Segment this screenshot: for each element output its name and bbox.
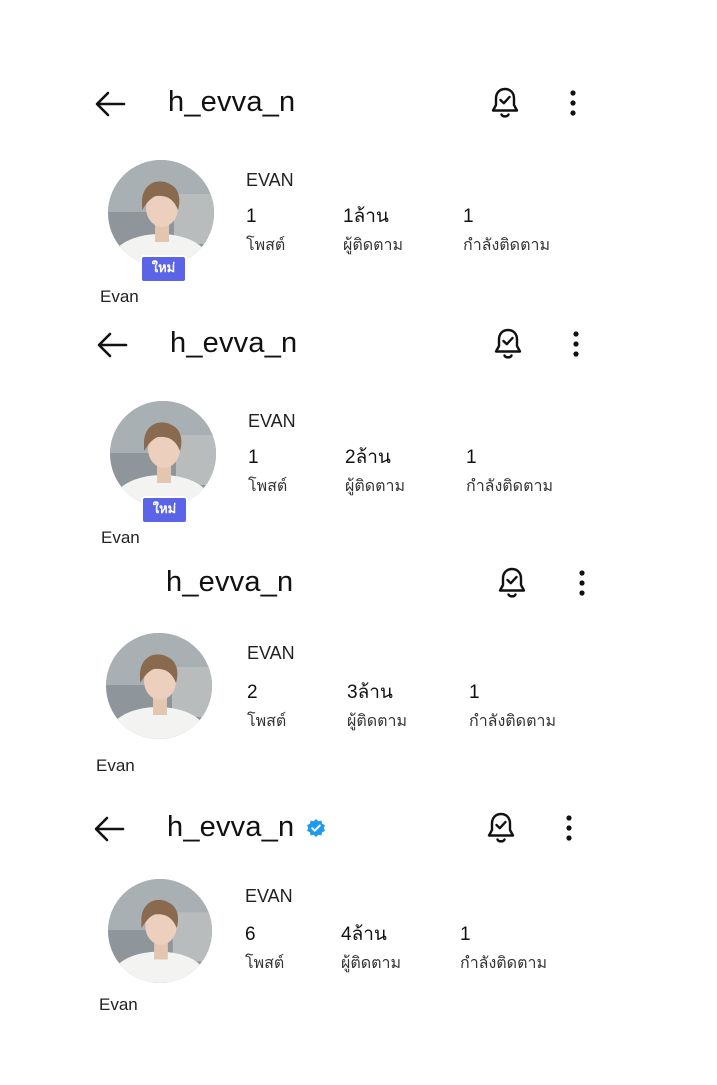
username: h_evva_n <box>166 566 294 598</box>
avatar-photo <box>108 879 212 983</box>
display-name: EVAN <box>246 170 294 190</box>
posts-count: 2 <box>247 682 258 703</box>
following-count: 1 <box>469 682 480 703</box>
following-count: 1 <box>460 924 471 945</box>
more-options-icon[interactable] <box>572 568 592 598</box>
back-arrow-icon[interactable] <box>95 327 131 363</box>
notification-bell-icon[interactable] <box>496 566 528 600</box>
followers-count: 1ล้าน <box>343 206 389 227</box>
profile-header-2: h_evva_n ใหม่ EVAN 1 โพสต์ 2ล้าน ผู้ติดต… <box>0 241 717 547</box>
followers-count: 4ล้าน <box>341 924 387 945</box>
followers-count: 3ล้าน <box>347 682 393 703</box>
following-label: กำลังติดตาม <box>460 953 547 972</box>
display-name: EVAN <box>245 886 293 906</box>
followers-count: 2ล้าน <box>345 447 391 468</box>
more-options-icon[interactable] <box>559 813 579 843</box>
username: h_evva_n <box>168 86 296 118</box>
username: h_evva_n <box>170 327 298 359</box>
back-arrow-icon[interactable] <box>92 811 128 847</box>
display-name: EVAN <box>248 411 296 431</box>
notification-bell-icon[interactable] <box>492 327 524 361</box>
notification-bell-icon[interactable] <box>489 86 521 120</box>
followers-stat[interactable]: 4ล้าน ผู้ติดตาม <box>341 924 401 974</box>
profile-avatar[interactable] <box>108 879 212 983</box>
more-options-icon[interactable] <box>563 88 583 118</box>
verified-badge-icon <box>307 819 325 837</box>
following-count: 1 <box>466 447 477 468</box>
posts-count: 6 <box>245 924 256 945</box>
username: h_evva_n <box>167 811 295 843</box>
real-name: Evan <box>99 995 138 1014</box>
notification-bell-icon[interactable] <box>485 811 517 845</box>
profile-header-1: h_evva_n ใหม่ EVAN 1 โพสต์ 1ล้าน ผู้ติดต… <box>0 0 717 306</box>
followers-label: ผู้ติดตาม <box>341 953 402 972</box>
profile-avatar[interactable] <box>106 633 212 739</box>
following-count: 1 <box>463 206 474 227</box>
avatar-photo <box>106 633 212 739</box>
posts-label: โพสต์ <box>245 953 285 972</box>
posts-count: 1 <box>246 206 257 227</box>
profile-header-4: h_evva_n EVAN 6 โพสต์ 4ล้าน ผู้ติดตาม 1 <box>0 725 717 1014</box>
following-stat[interactable]: 1 กำลังติดตาม <box>460 924 547 974</box>
posts-stat[interactable]: 6 โพสต์ <box>245 924 284 974</box>
more-options-icon[interactable] <box>566 329 586 359</box>
posts-count: 1 <box>248 447 259 468</box>
profile-header-3: h_evva_n EVAN 2 โพสต์ 3ล้าน ผู้ติดตาม 1 … <box>0 480 717 775</box>
back-arrow-icon[interactable] <box>93 86 129 122</box>
display-name: EVAN <box>247 643 295 663</box>
